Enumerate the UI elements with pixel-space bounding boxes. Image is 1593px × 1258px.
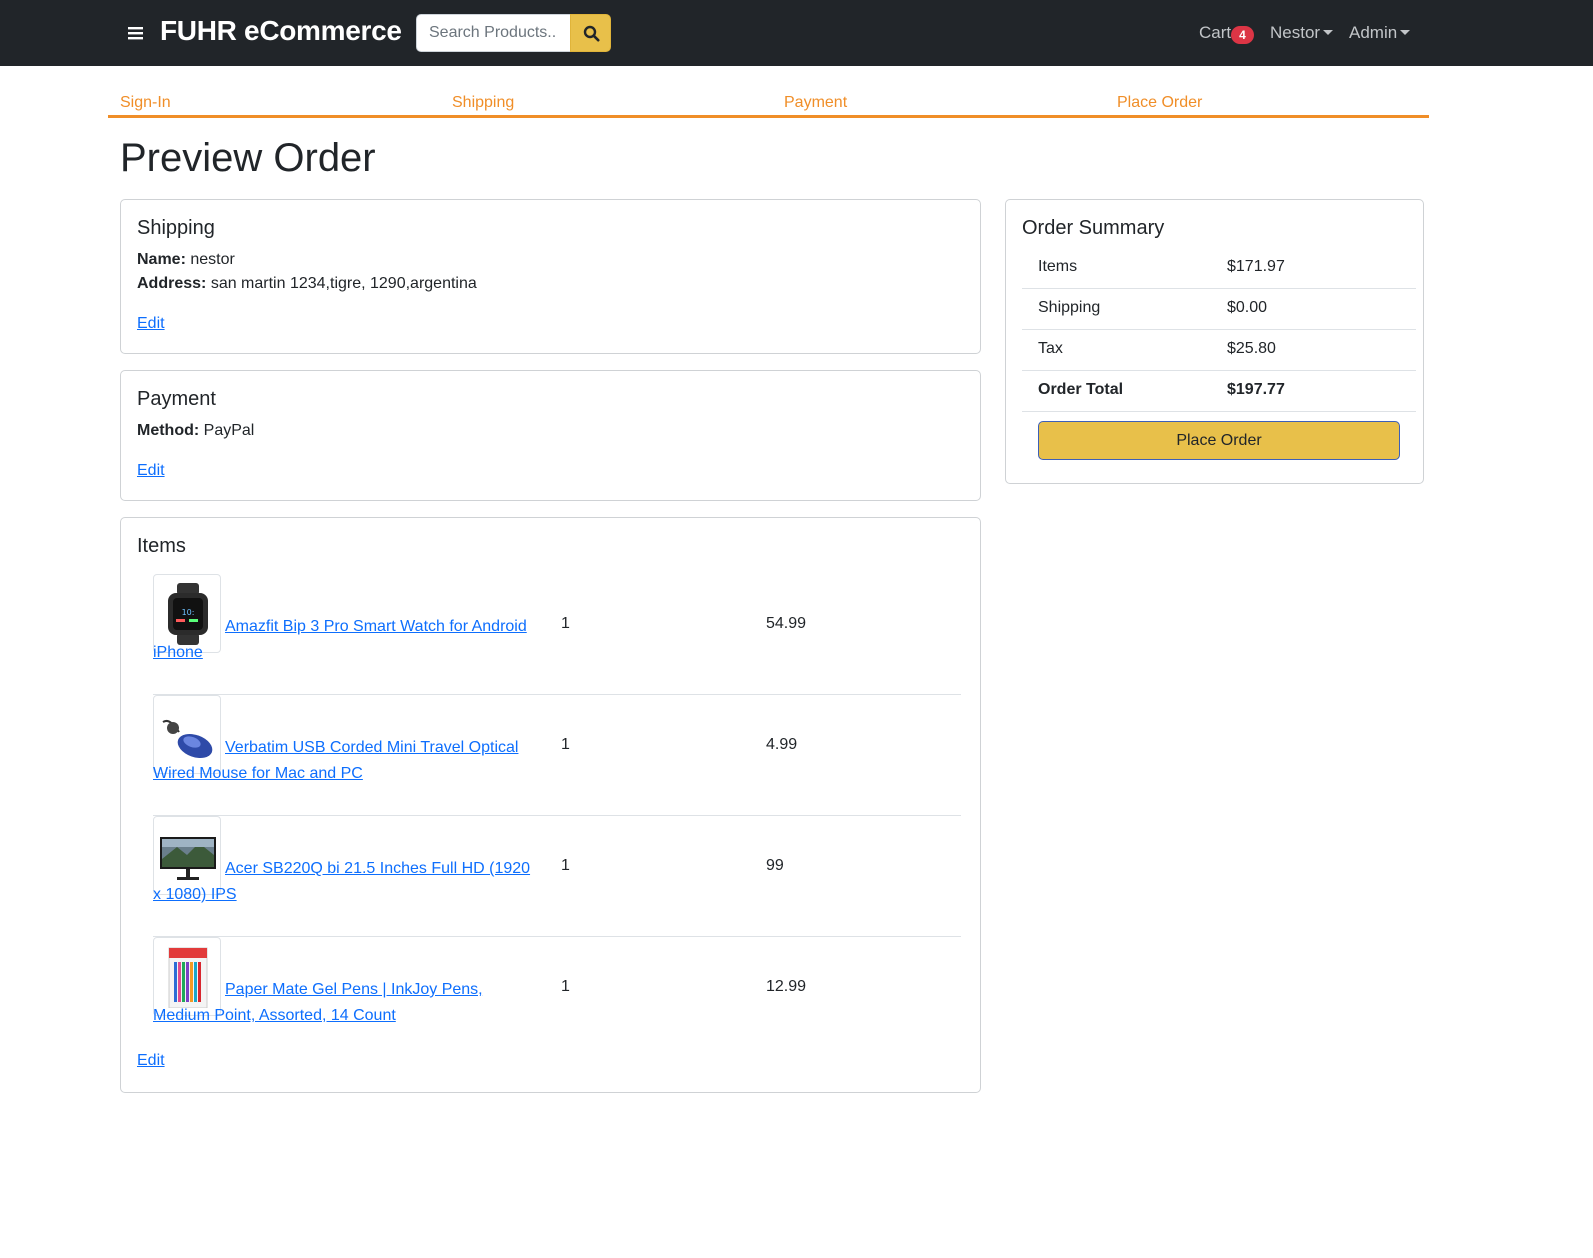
shipping-title: Shipping: [137, 217, 215, 239]
item-price: 12.99: [766, 978, 807, 995]
item-quantity: 1: [561, 978, 570, 995]
address-label: Address:: [137, 275, 207, 292]
item-price: 99: [766, 857, 784, 874]
step-payment: Payment: [784, 94, 848, 111]
method-label: Method:: [137, 422, 200, 439]
items-card: Items 10: Amazfit Bip 3 Pro Smart Watch …: [120, 517, 981, 1093]
summary-value: $0.00: [1227, 299, 1268, 316]
summary-label: Shipping: [1038, 299, 1101, 316]
summary-label: Items: [1038, 258, 1078, 275]
order-summary-card: Order Summary Items $171.97 Shipping $0.…: [1005, 199, 1424, 484]
summary-value: $25.80: [1227, 340, 1276, 357]
shipping-address: Address: san martin 1234,tigre, 1290,arg…: [137, 275, 477, 293]
user-menu-label: Nestor: [1270, 23, 1321, 42]
payment-title: Payment: [137, 388, 216, 410]
search-input[interactable]: [416, 14, 571, 52]
edit-shipping-link[interactable]: Edit: [137, 315, 165, 333]
cart-link[interactable]: Cart: [1199, 23, 1231, 43]
search-icon: [583, 25, 600, 42]
summary-row-order-total: Order Total $197.77: [1022, 371, 1416, 412]
edit-payment-link[interactable]: Edit: [137, 462, 165, 480]
item-link[interactable]: Amazfit Bip 3 Pro Smart Watch for Androi…: [153, 600, 543, 679]
admin-menu-dropdown[interactable]: Admin: [1349, 23, 1411, 43]
order-summary-title: Order Summary: [1022, 217, 1165, 239]
place-order-button[interactable]: Place Order: [1038, 421, 1400, 460]
step-sign-in: Sign-In: [120, 94, 171, 111]
top-navbar: FUHR eCommerce Cart 4 Nestor Admin: [0, 0, 1593, 66]
chevron-down-icon: [1400, 30, 1411, 35]
summary-row-tax: Tax $25.80: [1022, 330, 1416, 371]
items-title: Items: [137, 535, 186, 557]
summary-label: Tax: [1038, 340, 1063, 357]
admin-menu-label: Admin: [1349, 23, 1398, 42]
item-price: 54.99: [766, 615, 807, 632]
step-place-order: Place Order: [1117, 94, 1203, 111]
method-value: PayPal: [203, 422, 255, 439]
search-button[interactable]: [570, 14, 611, 52]
list-item: Acer SB220Q bi 21.5 Inches Full HD (1920…: [153, 816, 961, 937]
name-label: Name:: [137, 251, 186, 268]
item-link[interactable]: Paper Mate Gel Pens | InkJoy Pens, Medium…: [153, 963, 543, 1042]
item-quantity: 1: [561, 857, 570, 874]
hamburger-menu-icon[interactable]: [128, 20, 150, 46]
cart-count-badge: 4: [1231, 26, 1254, 44]
step-shipping: Shipping: [452, 94, 515, 111]
list-item: Paper Mate Gel Pens | InkJoy Pens, Medium…: [153, 937, 961, 1048]
item-link[interactable]: Verbatim USB Corded Mini Travel Optical W…: [153, 721, 543, 800]
summary-value: $171.97: [1227, 258, 1285, 275]
item-price: 4.99: [766, 736, 798, 753]
item-quantity: 1: [561, 736, 570, 753]
summary-value: $197.77: [1227, 381, 1285, 398]
item-link[interactable]: Acer SB220Q bi 21.5 Inches Full HD (1920…: [153, 842, 543, 921]
edit-items-link[interactable]: Edit: [137, 1052, 165, 1070]
address-value: san martin 1234,tigre, 1290,argentina: [210, 275, 477, 292]
brand-logo[interactable]: FUHR eCommerce: [160, 15, 402, 47]
summary-label: Order Total: [1038, 381, 1124, 398]
item-quantity: 1: [561, 615, 570, 632]
list-item: Verbatim USB Corded Mini Travel Optical W…: [153, 695, 961, 816]
chevron-down-icon: [1323, 30, 1334, 35]
checkout-steps: Sign-In Shipping Payment Place Order: [108, 92, 1429, 118]
item-name-line2: Medium Point, Assorted, 14 Count: [153, 1007, 396, 1024]
item-name-line1: Amazfit Bip 3 Pro Smart Watch for Androi…: [225, 618, 527, 635]
summary-row-shipping: Shipping $0.00: [1022, 289, 1416, 330]
summary-row-items: Items $171.97: [1022, 248, 1416, 289]
payment-card: Payment Method: PayPal Edit: [120, 370, 981, 501]
name-value: nestor: [190, 251, 235, 268]
payment-method: Method: PayPal: [137, 422, 254, 440]
page-title: Preview Order: [120, 136, 376, 180]
list-item: 10: Amazfit Bip 3 Pro Smart Watch for An…: [153, 574, 961, 695]
user-menu-dropdown[interactable]: Nestor: [1270, 23, 1334, 43]
shipping-card: Shipping Name: nestor Address: san marti…: [120, 199, 981, 354]
shipping-name: Name: nestor: [137, 251, 235, 269]
